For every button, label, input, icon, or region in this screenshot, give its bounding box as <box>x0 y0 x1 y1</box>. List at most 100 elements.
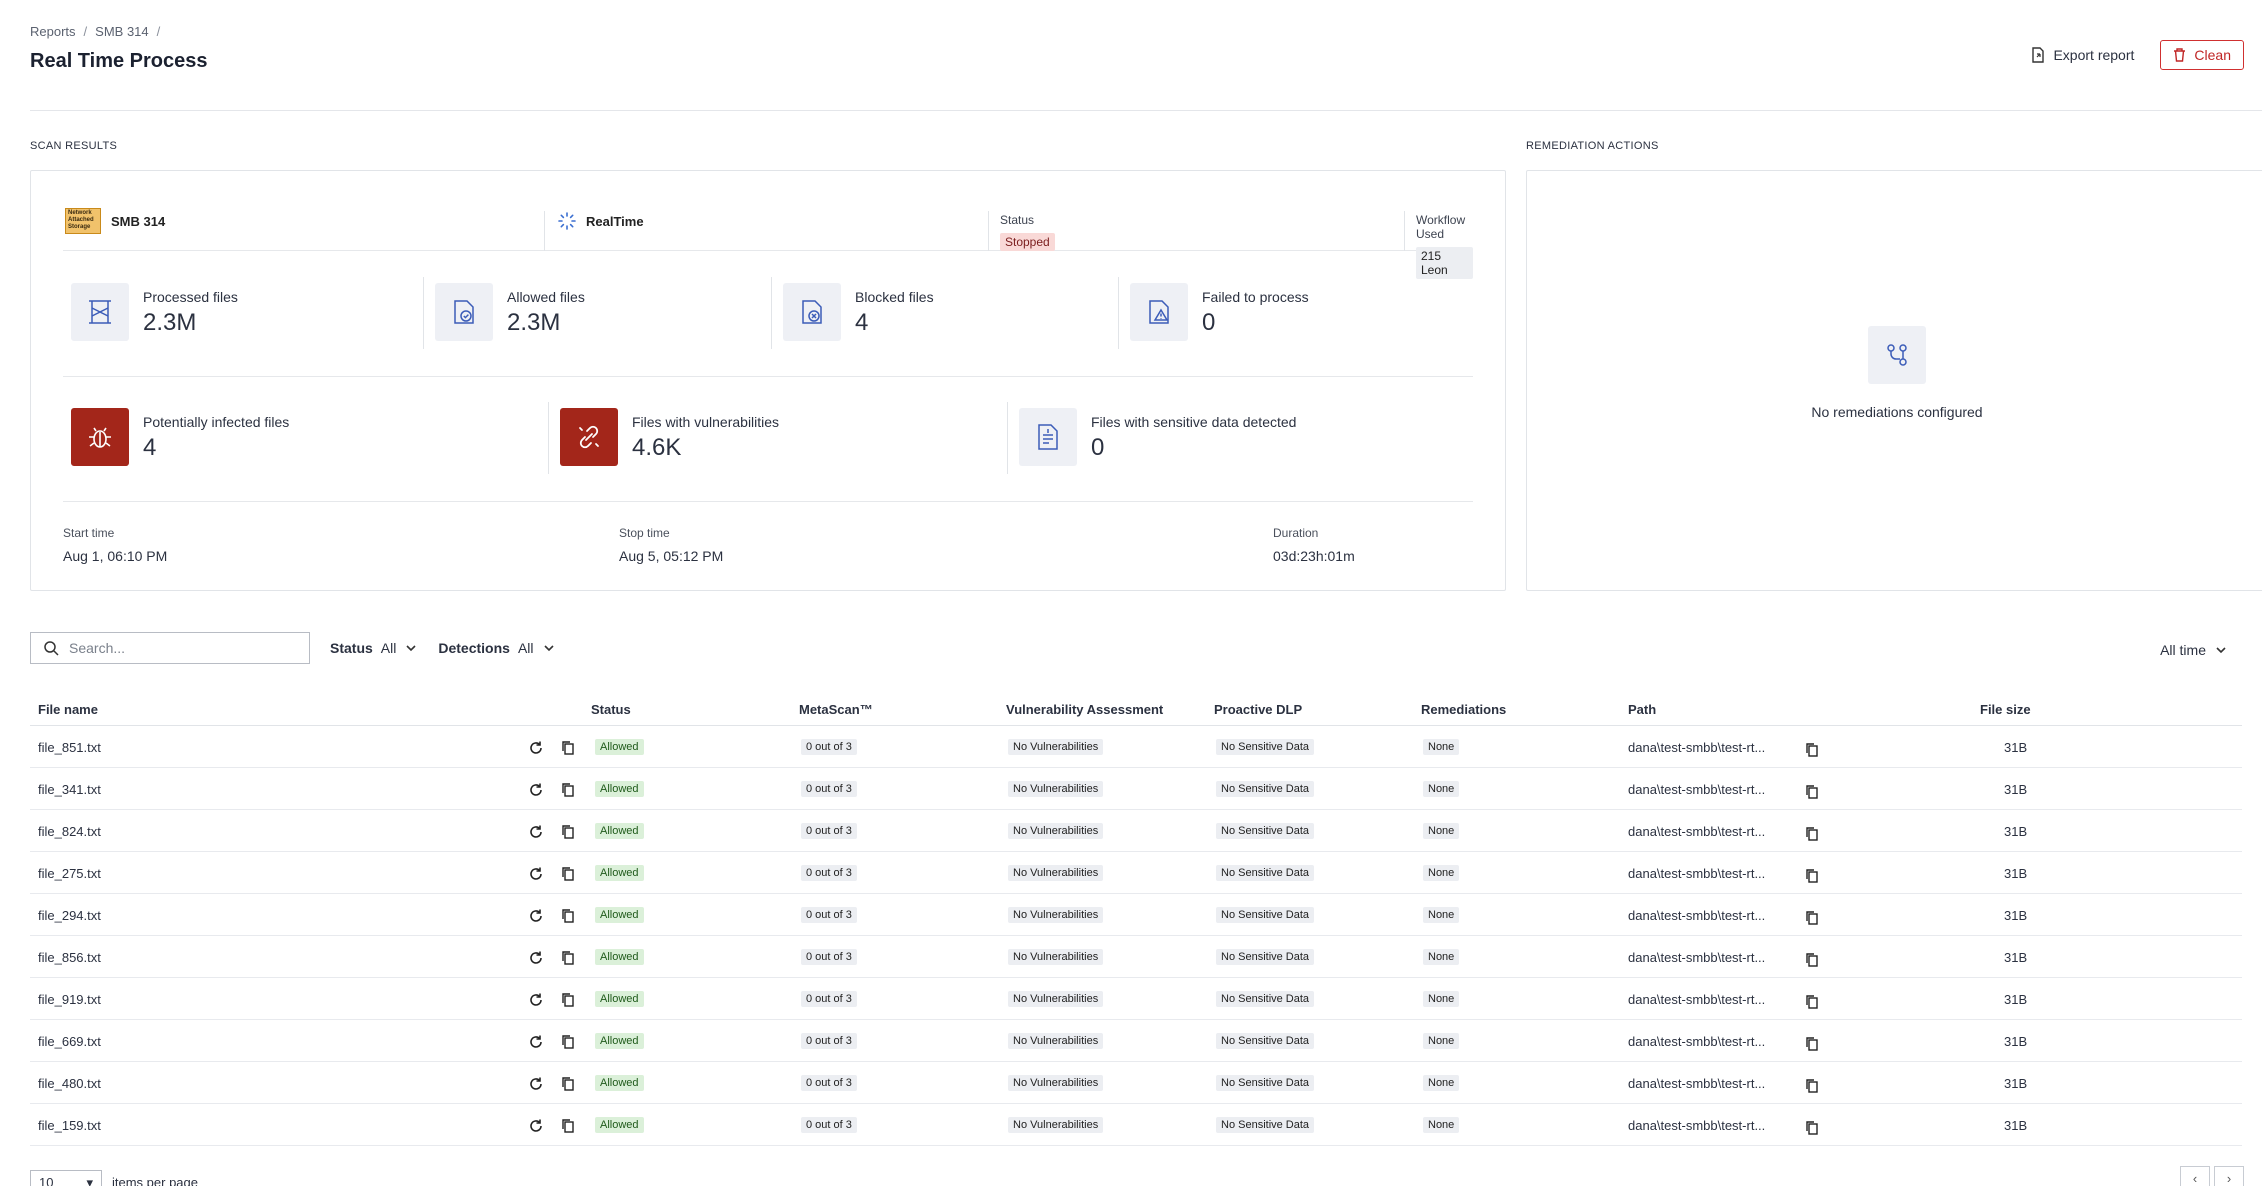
table-row[interactable]: file_919.txt Allowed 0 out of 3 No Vulne… <box>30 978 2242 1020</box>
stat-processed-files: Processed files 2.3M <box>71 283 238 341</box>
rescan-icon[interactable] <box>528 950 544 966</box>
table-row[interactable]: file_480.txt Allowed 0 out of 3 No Vulne… <box>30 1062 2242 1104</box>
dlp-badge: No Sensitive Data <box>1216 1117 1315 1133</box>
copy-icon[interactable] <box>560 1076 576 1092</box>
copy-path-icon[interactable] <box>1804 994 1820 1010</box>
detections-filter[interactable]: Detections All <box>438 640 555 656</box>
rescan-icon[interactable] <box>528 740 544 756</box>
table-row[interactable]: file_341.txt Allowed 0 out of 3 No Vulne… <box>30 768 2242 810</box>
col-path[interactable]: Path <box>1628 702 1656 717</box>
rescan-icon[interactable] <box>528 1034 544 1050</box>
file-name-cell[interactable]: file_824.txt <box>38 824 101 839</box>
file-size-cell: 31B <box>2004 740 2028 755</box>
prev-page-button[interactable]: ‹ <box>2180 1166 2210 1186</box>
stat-value: 2.3M <box>507 309 561 336</box>
table-row[interactable]: file_275.txt Allowed 0 out of 3 No Vulne… <box>30 852 2242 894</box>
breadcrumb-reports[interactable]: Reports <box>30 24 76 39</box>
copy-path-icon[interactable] <box>1804 868 1820 884</box>
search-placeholder: Search... <box>69 640 126 656</box>
search-input[interactable]: Search... <box>30 632 310 664</box>
file-name-cell[interactable]: file_480.txt <box>38 1076 101 1091</box>
file-name-cell[interactable]: file_856.txt <box>38 950 101 965</box>
table-row[interactable]: file_159.txt Allowed 0 out of 3 No Vulne… <box>30 1104 2242 1146</box>
copy-path-icon[interactable] <box>1804 784 1820 800</box>
stat-allowed-files: Allowed files 2.3M <box>435 283 585 341</box>
page-title: Real Time Process <box>30 50 208 72</box>
col-status[interactable]: Status <box>591 702 631 717</box>
file-name-cell[interactable]: file_341.txt <box>38 782 101 797</box>
col-vulnerability[interactable]: Vulnerability Assessment <box>1006 702 1163 717</box>
page-nav: ‹ › <box>2180 1166 2244 1186</box>
dlp-badge: No Sensitive Data <box>1216 865 1315 881</box>
metascan-badge: 0 out of 3 <box>801 1033 857 1049</box>
file-name-cell[interactable]: file_851.txt <box>38 740 101 755</box>
export-report-button[interactable]: Export report <box>2031 47 2134 63</box>
breadcrumb-separator: / <box>83 24 88 39</box>
file-name-cell[interactable]: file_294.txt <box>38 908 101 923</box>
copy-path-icon[interactable] <box>1804 952 1820 968</box>
copy-icon[interactable] <box>560 950 576 966</box>
table-row[interactable]: file_856.txt Allowed 0 out of 3 No Vulne… <box>30 936 2242 978</box>
stat-separator <box>1007 402 1008 474</box>
copy-icon[interactable] <box>560 1118 576 1134</box>
next-page-button[interactable]: › <box>2214 1166 2244 1186</box>
vulnerability-badge: No Vulnerabilities <box>1008 1033 1104 1049</box>
copy-icon[interactable] <box>560 782 576 798</box>
copy-icon[interactable] <box>560 992 576 1008</box>
copy-path-icon[interactable] <box>1804 1036 1820 1052</box>
status-badge: Allowed <box>595 781 644 797</box>
rescan-icon[interactable] <box>528 908 544 924</box>
copy-path-icon[interactable] <box>1804 826 1820 842</box>
remediation-badge: None <box>1423 781 1460 797</box>
stat-label: Failed to process <box>1202 289 1309 305</box>
scan-results-heading: SCAN RESULTS <box>30 140 118 152</box>
duration: Duration 03d:23h:01m <box>1273 526 1355 564</box>
pagination: 10 ▾ items per page <box>30 1170 198 1186</box>
file-name-cell[interactable]: file_275.txt <box>38 866 101 881</box>
file-name-cell[interactable]: file_669.txt <box>38 1034 101 1049</box>
vulnerability-badge: No Vulnerabilities <box>1008 865 1104 881</box>
scan-info-row: Network Attached Storage SMB 314 RealTim… <box>63 191 1473 279</box>
copy-path-icon[interactable] <box>1804 742 1820 758</box>
file-name-cell[interactable]: file_159.txt <box>38 1118 101 1133</box>
breadcrumb-smb[interactable]: SMB 314 <box>95 24 148 39</box>
col-remediations[interactable]: Remediations <box>1421 702 1506 717</box>
copy-path-icon[interactable] <box>1804 910 1820 926</box>
clean-button[interactable]: Clean <box>2160 40 2244 70</box>
path-cell: dana\test-smbb\test-rt... <box>1628 1076 1766 1091</box>
file-name-cell[interactable]: file_919.txt <box>38 992 101 1007</box>
table-row[interactable]: file_669.txt Allowed 0 out of 3 No Vulne… <box>30 1020 2242 1062</box>
remediation-empty-text: No remediations configured <box>1811 404 1983 420</box>
stat-separator <box>548 402 549 474</box>
bug-icon <box>71 408 129 466</box>
copy-icon[interactable] <box>560 908 576 924</box>
table-row[interactable]: file_294.txt Allowed 0 out of 3 No Vulne… <box>30 894 2242 936</box>
table-row[interactable]: file_851.txt Allowed 0 out of 3 No Vulne… <box>30 726 2242 768</box>
col-dlp[interactable]: Proactive DLP <box>1214 702 1302 717</box>
remediation-actions-card: No remediations configured <box>1526 170 2262 591</box>
chevron-left-icon: ‹ <box>2192 1170 2198 1186</box>
rescan-icon[interactable] <box>528 866 544 882</box>
rescan-icon[interactable] <box>528 992 544 1008</box>
copy-icon[interactable] <box>560 824 576 840</box>
page-size-select[interactable]: 10 ▾ <box>30 1170 102 1186</box>
time-range-select[interactable]: All time <box>2160 642 2228 658</box>
status-filter-value: All <box>380 640 397 656</box>
rescan-icon[interactable] <box>528 824 544 840</box>
copy-path-icon[interactable] <box>1804 1120 1820 1136</box>
copy-icon[interactable] <box>560 740 576 756</box>
col-file-name[interactable]: File name <box>38 702 98 717</box>
rescan-icon[interactable] <box>528 782 544 798</box>
col-file-size[interactable]: File size <box>1980 702 2031 717</box>
stat-value: 4 <box>855 309 869 336</box>
copy-icon[interactable] <box>560 1034 576 1050</box>
copy-path-icon[interactable] <box>1804 1078 1820 1094</box>
rescan-icon[interactable] <box>528 1118 544 1134</box>
status-filter[interactable]: Status All <box>330 640 418 656</box>
col-metascan[interactable]: MetaScan™ <box>799 702 873 717</box>
copy-icon[interactable] <box>560 866 576 882</box>
table-row[interactable]: file_824.txt Allowed 0 out of 3 No Vulne… <box>30 810 2242 852</box>
rescan-icon[interactable] <box>528 1076 544 1092</box>
path-cell: dana\test-smbb\test-rt... <box>1628 782 1766 797</box>
duration-label: Duration <box>1273 526 1319 540</box>
